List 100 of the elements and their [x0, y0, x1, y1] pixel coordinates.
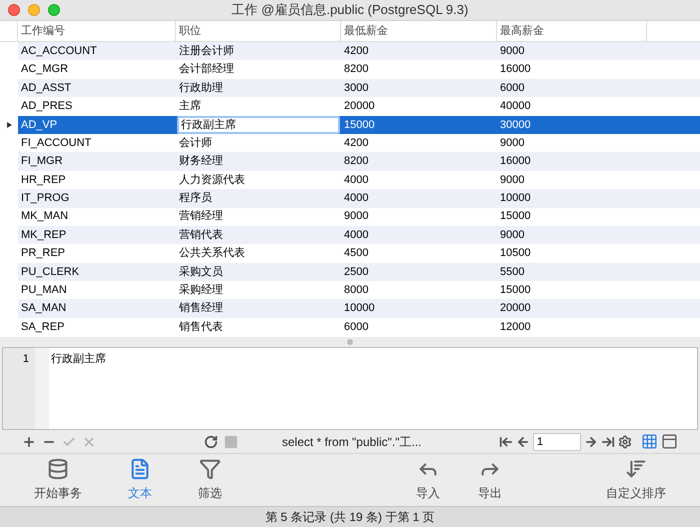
splitter-handle-icon[interactable]: [347, 339, 353, 345]
table-cell-text: 4000: [344, 191, 368, 206]
table-cell-text: PU_CLERK: [21, 264, 80, 280]
editor-text: 行政副主席: [51, 353, 106, 365]
table-cell-text: 40000: [500, 99, 531, 114]
status-text: 第 5 条记录 (共 19 条) 于第 1 页: [265, 509, 435, 526]
table-cell-text: 9000: [500, 44, 524, 59]
table-cell-text: 10000: [500, 191, 531, 206]
add-icon[interactable]: [22, 434, 36, 448]
table-cell-text: 主席: [179, 98, 201, 114]
close-icon[interactable]: [8, 4, 20, 16]
toolbar-button[interactable]: 开始事务: [30, 458, 86, 502]
table-cell-text: 4500: [344, 246, 368, 262]
form-icon[interactable]: [661, 433, 678, 450]
table-cell-text: PR_REP: [21, 246, 66, 262]
table-cell-text: 9000: [500, 136, 524, 151]
table-cell-text: 行政助理: [179, 80, 223, 96]
database-icon: [47, 458, 69, 480]
table-cell-text: 4000: [344, 172, 368, 188]
table-cell-text: 4000: [344, 228, 368, 243]
refresh-icon[interactable]: [204, 434, 218, 448]
table-row[interactable]: MK_REP 营销代表 4000 9000: [0, 226, 700, 244]
table-row[interactable]: PU_CLERK 采购文员 2500 5500: [0, 262, 700, 282]
table-cell-text: 注册会计师: [179, 44, 234, 59]
table-cell-text: 程序员: [179, 190, 212, 206]
table-row[interactable]: FI_MGR 财务经理 8200 16000: [0, 152, 700, 171]
table-cell-text: 采购文员: [179, 264, 223, 280]
table-cell-text: 20000: [344, 99, 375, 114]
toolbar-button[interactable]: 导出: [474, 458, 506, 502]
grid-icon[interactable]: [641, 433, 658, 450]
table-cell-text: 20000: [500, 301, 531, 316]
table-cell-text: 人力资源代表: [179, 172, 245, 188]
table-cell-text: 4200: [344, 44, 368, 59]
table-cell-text: AD_VP: [21, 118, 58, 132]
table-cell-text: 6000: [500, 80, 524, 96]
table-cell-text: 销售代表: [179, 320, 223, 335]
table-cell-text: 会计师: [179, 136, 212, 151]
table-row[interactable]: IT_PROG 程序员 4000 10000: [0, 189, 700, 208]
table-cell-text: 9000: [344, 209, 368, 224]
last-page-icon[interactable]: [601, 434, 615, 448]
toolbar-button[interactable]: 导入: [412, 458, 444, 502]
table-cell-text: 6000: [344, 320, 368, 335]
table-cell-text: AC_MGR: [21, 62, 68, 78]
table-cell-text: 2500: [344, 264, 368, 280]
first-page-icon[interactable]: [499, 434, 513, 448]
table-cell-text: 12000: [500, 320, 531, 335]
table-row[interactable]: AD_VP 行政副主席 15000 30000: [0, 116, 700, 134]
table-cell-text: 5500: [500, 264, 524, 280]
sort-icon: [625, 458, 647, 480]
table-cell-text: MK_REP: [21, 228, 66, 243]
table-cell-text: HR_REP: [21, 172, 66, 188]
table-cell-text: SA_MAN: [21, 301, 66, 316]
table-cell-text: 公共关系代表: [179, 246, 245, 262]
table-cell-text: 15000: [500, 283, 531, 298]
settings-icon[interactable]: [618, 434, 632, 448]
table-row[interactable]: PU_MAN 采购经理 8000 15000: [0, 281, 700, 300]
table-cell-text: MK_MAN: [21, 209, 68, 224]
table-cell-text: 采购经理: [179, 283, 223, 298]
toolbar-button[interactable]: 筛选: [194, 458, 226, 502]
table-cell-text: 8200: [344, 62, 368, 78]
table-cell-text: 销售经理: [179, 301, 223, 316]
next-page-icon[interactable]: [584, 434, 598, 448]
table-cell-text: AC_ACCOUNT: [21, 44, 97, 59]
column-header[interactable]: 工作编号: [21, 22, 65, 40]
line-number: 1: [22, 352, 29, 367]
table-cell-text: 15000: [500, 209, 531, 224]
table-cell-text: 9000: [500, 172, 524, 188]
row-pointer-icon: [6, 122, 12, 128]
column-header[interactable]: 最低薪金: [344, 22, 388, 40]
table-cell-text: 会计部经理: [179, 62, 234, 78]
table-cell-text: FI_MGR: [21, 154, 63, 170]
table-cell-text: 15000: [344, 118, 375, 132]
table-row[interactable]: SA_MAN 销售经理 10000 20000: [0, 299, 700, 318]
text-editor[interactable]: 1 行政副主席: [2, 347, 698, 430]
column-header[interactable]: 职位: [179, 22, 201, 40]
toolbar-button[interactable]: 自定义排序: [602, 458, 670, 502]
table-cell-text: IT_PROG: [21, 191, 70, 206]
table-cell-text: 9000: [500, 228, 524, 243]
page-field[interactable]: 1: [533, 432, 581, 450]
table-cell-text: AD_PRES: [21, 99, 72, 114]
table-row[interactable]: AD_ASST 行政助理 3000 6000: [0, 78, 700, 98]
table-cell-text: 4200: [344, 136, 368, 151]
table-row[interactable]: AC_ACCOUNT 注册会计师 4200 9000: [0, 42, 700, 60]
table-cell-text: 财务经理: [179, 154, 223, 170]
cell-editor[interactable]: 行政副主席: [177, 116, 340, 134]
table-cell-text: 营销代表: [179, 228, 223, 243]
column-header[interactable]: 最高薪金: [500, 22, 544, 40]
table-cell-text: 营销经理: [179, 209, 223, 224]
document-icon: [129, 458, 151, 480]
table-cell-text: 16000: [500, 154, 531, 170]
table-cell-text: 10000: [344, 301, 375, 316]
query-text: select * from "public"."工...: [282, 434, 422, 450]
table-cell-text: 8200: [344, 154, 368, 170]
table-cell-text: 8000: [344, 283, 368, 298]
table-cell-text: 16000: [500, 62, 531, 78]
table-cell-text: FI_ACCOUNT: [21, 136, 92, 151]
table-cell-text: 10500: [500, 246, 531, 262]
table-cell-text: AD_ASST: [21, 80, 72, 96]
previous-page-icon[interactable]: [516, 434, 530, 448]
table-cell-text: 3000: [344, 80, 368, 96]
